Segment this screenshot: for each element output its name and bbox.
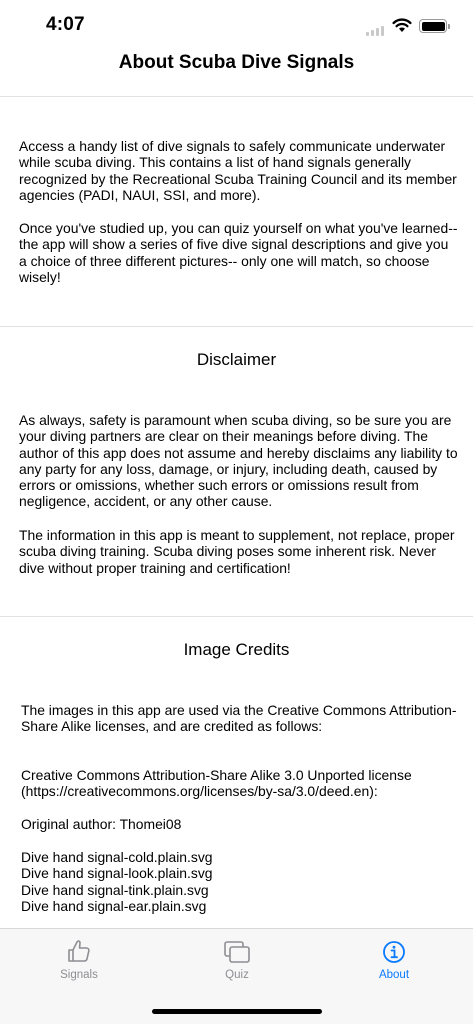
credits-intro-text: The images in this app are used via the … — [21, 702, 457, 735]
credits-file-list: Dive hand signal-cold.plain.svg Dive han… — [21, 849, 461, 914]
cellular-signal-icon — [366, 26, 386, 36]
tab-signals[interactable]: Signals — [0, 929, 158, 989]
tab-quiz[interactable]: Quiz — [158, 929, 316, 989]
disclaimer-text: As always, safety is paramount when scub… — [19, 412, 458, 510]
status-bar: 4:07 — [0, 0, 473, 50]
license-text: Creative Commons Attribution-Share Alike… — [21, 767, 412, 800]
about-screen: 4:07 About Scuba Dive Signals Access a h… — [0, 0, 473, 1024]
quiz-info-text: Once you've studied up, you can quiz you… — [19, 220, 458, 285]
training-text: The information in this app is meant to … — [19, 527, 455, 576]
intro-text: Access a handy list of dive signals to s… — [19, 138, 457, 203]
credit-file-item: Dive hand signal-cold.plain.svg — [21, 849, 213, 865]
tab-about[interactable]: About — [315, 929, 473, 989]
credit-file-item: Dive hand signal-ear.plain.svg — [21, 897, 207, 914]
disclaimer-title: Disclaimer — [196, 350, 277, 369]
cards-icon — [224, 941, 250, 963]
section-divider — [0, 616, 473, 617]
status-time: 4:07 — [46, 14, 85, 35]
credit-file-item: Dive hand signal-look.plain.svg — [21, 865, 213, 882]
battery-icon — [419, 19, 447, 33]
credits-title: Image Credits — [183, 640, 290, 659]
thumbs-up-icon — [68, 940, 90, 962]
tab-label: Quiz — [225, 969, 249, 981]
info-icon — [383, 941, 405, 963]
about-content[interactable]: Access a handy list of dive signals to s… — [0, 97, 473, 928]
page-title: About Scuba Dive Signals — [118, 52, 355, 73]
tab-label: Signals — [60, 969, 98, 981]
battery-cap — [448, 24, 450, 29]
tab-label: About — [378, 969, 410, 981]
section-divider — [0, 326, 473, 327]
credit-file-item: Dive hand signal-tink.plain.svg — [21, 881, 209, 898]
home-indicator[interactable] — [152, 1009, 322, 1014]
author-text: Original author: Thomei08 — [21, 816, 182, 832]
wifi-icon — [392, 18, 412, 32]
